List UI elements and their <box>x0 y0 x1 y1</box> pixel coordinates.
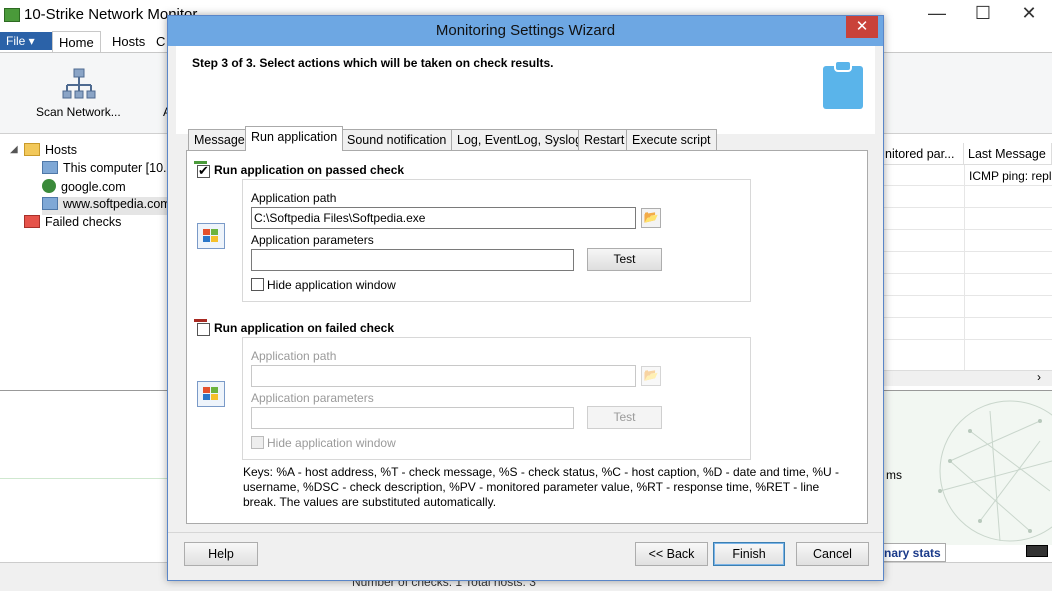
wizard-header: Step 3 of 3. Select actions which will b… <box>176 46 875 134</box>
passed-params-input[interactable] <box>251 249 574 271</box>
application-icon <box>197 381 225 407</box>
failed-path-input[interactable] <box>251 365 636 387</box>
map-label: ms <box>886 468 902 482</box>
tab-home[interactable]: Home <box>52 31 101 52</box>
failed-hide-window-checkbox[interactable] <box>251 436 264 449</box>
tree-item-hosts[interactable]: Hosts <box>24 143 77 161</box>
tree-item-failed-checks[interactable]: Failed checks <box>24 215 121 233</box>
tree-item-label: Failed checks <box>45 215 122 229</box>
tab-run-application[interactable]: Run application <box>245 126 344 151</box>
close-app-icon[interactable]: ✕ <box>1006 0 1052 28</box>
dialog-title: Monitoring Settings Wizard <box>435 22 616 39</box>
grid-col-divider <box>964 165 965 370</box>
grid-header-last-message[interactable]: Last Message <box>964 143 1052 165</box>
grid-row-divider <box>880 273 1052 274</box>
tree-item-label: google.com <box>61 180 126 194</box>
tree-item-google[interactable]: google.com <box>42 179 126 197</box>
passed-params-label: Application parameters <box>251 233 374 247</box>
tab-hosts[interactable]: Hosts <box>106 31 151 52</box>
tree-expand-icon[interactable]: ◢ <box>10 144 18 155</box>
chart-baseline <box>0 478 168 479</box>
tab-summary-stats[interactable]: nary stats <box>880 543 946 562</box>
tree-item-softpedia[interactable]: www.softpedia.com <box>42 197 171 215</box>
computer-icon <box>42 161 58 174</box>
tree-item-label: www.softpedia.com <box>63 197 171 211</box>
failed-path-label: Application path <box>251 349 337 363</box>
grid-row-divider <box>880 339 1052 340</box>
passed-hide-window-checkbox[interactable] <box>251 278 264 291</box>
failed-test-button[interactable]: Test <box>587 406 662 429</box>
scroll-right-icon[interactable]: › <box>1037 370 1041 384</box>
network-scan-icon[interactable] <box>62 68 96 102</box>
tab-execute-script[interactable]: Execute script <box>626 129 717 151</box>
failed-params-input[interactable] <box>251 407 574 429</box>
file-tab-label: File <box>6 34 26 48</box>
grid-cell-last-message: ICMP ping: repl <box>969 169 1052 183</box>
tab-sound-notification[interactable]: Sound notification <box>341 129 453 151</box>
tree-item-this-computer[interactable]: This computer [10.0 <box>42 161 173 179</box>
app-logo-icon <box>4 8 20 22</box>
folder-icon <box>24 143 40 156</box>
back-button[interactable]: << Back <box>635 542 708 566</box>
run-on-passed-checkbox[interactable] <box>197 163 210 179</box>
passed-hide-window-label: Hide application window <box>267 278 396 292</box>
computer-icon <box>42 197 58 210</box>
horizontal-scrollbar[interactable] <box>880 370 1052 386</box>
maximize-icon[interactable]: ☐ <box>960 0 1006 28</box>
grid-header-monitored-param[interactable]: nitored par... <box>881 143 964 165</box>
tab-restart[interactable]: Restart <box>578 129 631 151</box>
help-button[interactable]: Help <box>184 542 258 566</box>
clipboard-icon <box>823 60 863 109</box>
tab-log-eventlog-syslog[interactable]: Log, EventLog, Syslog <box>451 129 589 151</box>
run-on-failed-checkbox[interactable] <box>197 323 210 336</box>
step-text: Step 3 of 3. Select actions which will b… <box>192 56 554 70</box>
run-on-failed-label: Run application on failed check <box>214 321 395 335</box>
failed-indicator <box>194 319 207 322</box>
network-graphic-icon <box>938 400 1052 542</box>
tab-message[interactable]: Message <box>188 129 251 151</box>
grid-row-divider <box>880 229 1052 230</box>
scan-network-button[interactable]: Scan Network... <box>36 105 121 119</box>
grid-row-divider <box>880 317 1052 318</box>
network-map-panel: ms <box>880 390 1052 545</box>
tree-item-label: This computer [10.0 <box>63 161 174 175</box>
globe-icon <box>42 179 56 193</box>
passed-path-input[interactable]: C:\Softpedia Files\Softpedia.exe <box>251 207 636 229</box>
bottom-left-panel <box>0 390 168 562</box>
browse-folder-icon[interactable]: 📂 <box>641 208 661 228</box>
application-icon <box>197 223 225 249</box>
grid-row-divider <box>880 251 1052 252</box>
monitoring-settings-dialog: Monitoring Settings Wizard ✕ Step 3 of 3… <box>167 15 884 581</box>
grid-row-divider <box>880 207 1052 208</box>
folder-red-icon <box>24 215 40 228</box>
close-icon[interactable]: ✕ <box>846 16 878 38</box>
run-on-passed-label: Run application on passed check <box>214 163 405 177</box>
browse-folder-icon[interactable]: 📂 <box>641 366 661 386</box>
passed-path-label: Application path <box>251 191 337 205</box>
failed-hide-window-label: Hide application window <box>267 436 396 450</box>
keys-help-text: Keys: %A - host address, %T - check mess… <box>243 465 840 509</box>
tab-scroll-arrows-icon[interactable] <box>1026 545 1048 557</box>
grid-row-divider <box>880 185 1052 186</box>
minimize-icon[interactable]: — <box>914 0 960 28</box>
finish-button[interactable]: Finish <box>713 542 785 566</box>
file-menu-tab[interactable]: File ▾ <box>0 32 52 50</box>
cancel-button[interactable]: Cancel <box>796 542 869 566</box>
tree-item-label: Hosts <box>45 143 77 157</box>
footer-divider <box>168 532 883 533</box>
failed-params-label: Application parameters <box>251 391 374 405</box>
passed-test-button[interactable]: Test <box>587 248 662 271</box>
grid-row-divider <box>880 295 1052 296</box>
